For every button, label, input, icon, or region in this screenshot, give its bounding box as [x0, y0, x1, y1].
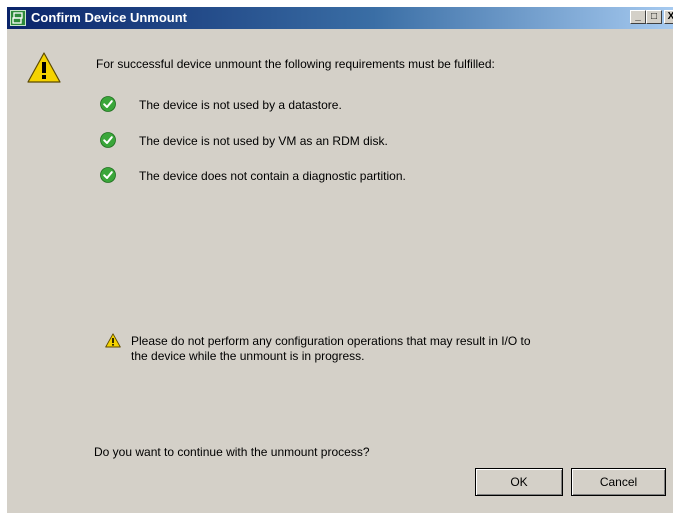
requirement-text: The device does not contain a diagnostic…	[139, 169, 406, 183]
requirement-text: The device is not used by VM as an RDM d…	[139, 134, 388, 148]
check-icon	[100, 132, 116, 148]
title-bar[interactable]: Confirm Device Unmount _ □ X	[7, 7, 673, 29]
warning-line-1: Please do not perform any configuration …	[131, 334, 531, 348]
warning-note: Please do not perform any configuration …	[131, 334, 631, 364]
warning-small-icon	[105, 333, 121, 348]
maximize-button[interactable]: □	[646, 10, 662, 24]
check-icon	[100, 167, 116, 183]
intro-text: For successful device unmount the follow…	[96, 57, 495, 71]
app-icon	[10, 10, 26, 26]
minimize-button[interactable]: _	[630, 10, 646, 24]
check-icon	[100, 96, 116, 112]
confirm-dialog: Confirm Device Unmount _ □ X For success…	[6, 6, 673, 513]
close-button[interactable]: X	[664, 10, 673, 24]
requirement-text: The device is not used by a datastore.	[139, 98, 342, 112]
cancel-button[interactable]: Cancel	[571, 468, 666, 496]
window-title: Confirm Device Unmount	[31, 10, 188, 25]
warning-icon	[27, 52, 61, 83]
confirm-question: Do you want to continue with the unmount…	[94, 445, 370, 459]
ok-button[interactable]: OK	[475, 468, 563, 496]
warning-line-2: the device while the unmount is in progr…	[131, 349, 365, 363]
